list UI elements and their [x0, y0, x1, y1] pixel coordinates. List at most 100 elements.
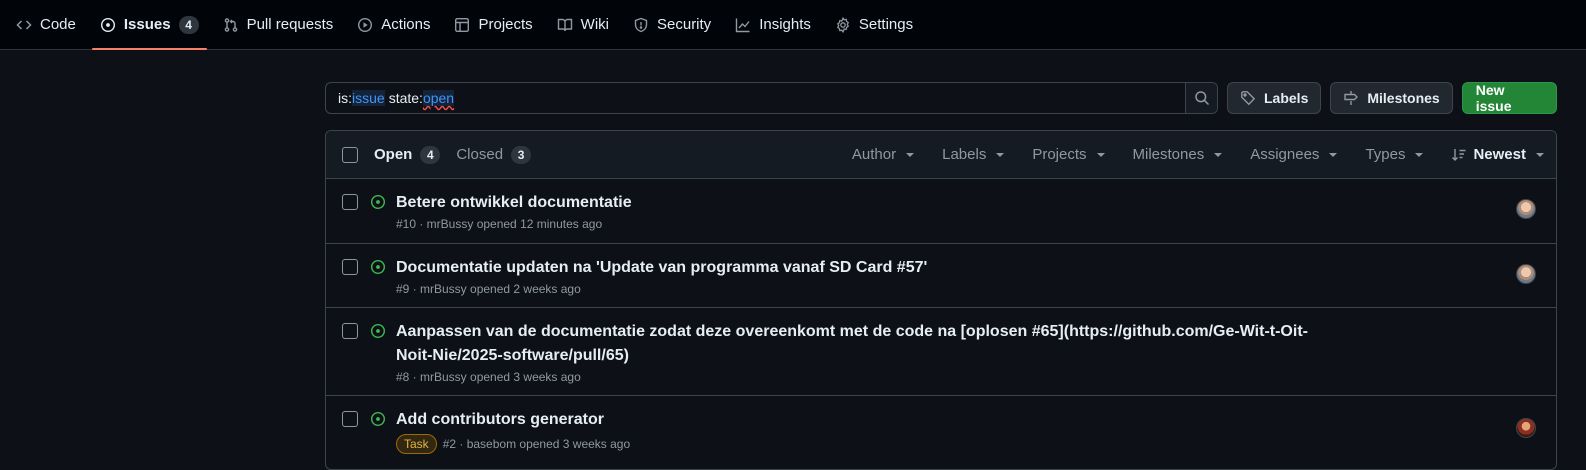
- issue-opened-icon: [100, 17, 116, 33]
- issues-list-header: Open 4 Closed 3 Author Labels Projects M…: [326, 131, 1556, 179]
- issue-meta-text: #10 · mrBussy opened 12 minutes ago: [396, 217, 603, 231]
- issue-row[interactable]: Betere ontwikkel documentatie #10 · mrBu…: [326, 179, 1556, 244]
- search-icon: [1194, 91, 1209, 106]
- caret-down-icon: [1415, 152, 1424, 157]
- caret-down-icon: [906, 152, 915, 157]
- issue-meta: Task #2 · basebom opened 3 weeks ago: [396, 434, 1326, 454]
- nav-code[interactable]: Code: [8, 0, 84, 49]
- issue-meta: #8 · mrBussy opened 3 weeks ago: [396, 370, 1326, 384]
- types-filter-label: Types: [1365, 146, 1406, 163]
- labels-filter[interactable]: Labels: [942, 146, 1005, 163]
- issue-opened-icon: [370, 411, 386, 427]
- issue-meta: #9 · mrBussy opened 2 weeks ago: [396, 282, 1326, 296]
- open-count-badge: 4: [420, 145, 441, 164]
- nav-actions[interactable]: Actions: [349, 0, 438, 49]
- caret-down-icon: [996, 152, 1005, 157]
- issue-opened-icon: [370, 323, 386, 339]
- nav-pull-requests[interactable]: Pull requests: [215, 0, 342, 49]
- issue-title-link[interactable]: Documentatie updaten na 'Update van prog…: [396, 256, 1326, 280]
- labels-button[interactable]: Labels: [1227, 82, 1322, 114]
- shield-icon: [633, 17, 649, 33]
- issue-checkbox[interactable]: [342, 194, 358, 210]
- nav-projects[interactable]: Projects: [446, 0, 540, 49]
- nav-settings[interactable]: Settings: [827, 0, 921, 49]
- sort-label: Newest: [1473, 146, 1526, 163]
- issue-type-label[interactable]: Task: [396, 434, 437, 454]
- projects-filter-label: Projects: [1032, 146, 1087, 163]
- projects-filter[interactable]: Projects: [1032, 146, 1105, 163]
- issues-toolbar: is: issue state: open Labels Milestones New…: [325, 82, 1557, 114]
- issue-checkbox[interactable]: [342, 411, 358, 427]
- nav-pull-requests-label: Pull requests: [246, 16, 334, 33]
- query-is-key: is:: [338, 90, 352, 106]
- issue-row[interactable]: Documentatie updaten na 'Update van prog…: [326, 244, 1556, 308]
- new-issue-button[interactable]: New issue: [1461, 82, 1557, 114]
- assignees-filter[interactable]: Assignees: [1250, 146, 1338, 163]
- avatar[interactable]: [1516, 199, 1536, 219]
- issue-row[interactable]: Add contributors generator Task #2 · bas…: [326, 396, 1556, 466]
- issue-title-link[interactable]: Add contributors generator: [396, 408, 1326, 432]
- caret-down-icon: [1096, 152, 1105, 157]
- milestone-icon: [1344, 91, 1359, 105]
- nav-wiki-label: Wiki: [580, 16, 609, 33]
- assignees-filter-label: Assignees: [1250, 146, 1320, 163]
- closed-issues-tab[interactable]: Closed 3: [456, 145, 532, 164]
- query-is-value: issue: [352, 90, 385, 106]
- tag-icon: [1241, 91, 1256, 106]
- nav-issues[interactable]: Issues 4: [91, 0, 207, 50]
- graph-icon: [735, 17, 751, 33]
- author-filter-label: Author: [851, 146, 897, 163]
- issue-row[interactable]: Aanpassen van de documentatie zodat deze…: [326, 308, 1556, 396]
- repo-nav: Code Issues 4 Pull requests Actions Proj…: [0, 0, 1586, 50]
- issue-meta-text: #8 · mrBussy opened 3 weeks ago: [396, 370, 581, 384]
- query-state-value: open: [422, 90, 455, 106]
- avatar[interactable]: [1516, 264, 1536, 284]
- labels-button-label: Labels: [1264, 90, 1309, 106]
- issue-checkbox[interactable]: [342, 259, 358, 275]
- nav-security-label: Security: [657, 16, 712, 33]
- gear-icon: [835, 16, 851, 33]
- query-state-key: state:: [388, 90, 423, 106]
- nav-issues-label: Issues: [123, 16, 171, 33]
- nav-insights[interactable]: Insights: [727, 0, 819, 49]
- issue-meta-text: #2 · basebom opened 3 weeks ago: [442, 437, 631, 451]
- sort-desc-icon: [1452, 148, 1466, 161]
- nav-projects-label: Projects: [478, 16, 533, 33]
- select-all-checkbox[interactable]: [342, 146, 358, 163]
- milestones-filter-label: Milestones: [1132, 146, 1205, 163]
- issue-title-link[interactable]: Betere ontwikkel documentatie: [396, 191, 1326, 215]
- issues-list: Open 4 Closed 3 Author Labels Projects M…: [325, 130, 1557, 470]
- closed-count-badge: 3: [511, 145, 532, 164]
- milestones-filter[interactable]: Milestones: [1133, 146, 1223, 163]
- nav-settings-label: Settings: [858, 16, 914, 33]
- author-filter[interactable]: Author: [851, 146, 915, 163]
- play-icon: [357, 17, 373, 33]
- issue-meta-text: #9 · mrBussy opened 2 weeks ago: [396, 282, 581, 296]
- types-filter[interactable]: Types: [1365, 146, 1424, 163]
- caret-down-icon: [1536, 152, 1544, 157]
- issue-opened-icon: [370, 259, 386, 275]
- open-tab-label: Open: [374, 146, 413, 163]
- milestones-button-label: Milestones: [1367, 90, 1440, 106]
- book-icon: [557, 17, 573, 33]
- issues-count-badge: 4: [178, 15, 199, 34]
- open-issues-tab[interactable]: Open 4: [374, 145, 441, 164]
- issue-search-input[interactable]: is: issue state: open: [326, 83, 1185, 113]
- closed-tab-label: Closed: [456, 146, 504, 163]
- issue-checkbox[interactable]: [342, 323, 358, 339]
- nav-actions-label: Actions: [381, 16, 431, 33]
- labels-filter-label: Labels: [942, 146, 987, 163]
- nav-security[interactable]: Security: [625, 0, 719, 49]
- issue-meta: #10 · mrBussy opened 12 minutes ago: [396, 217, 1326, 231]
- issue-title-link[interactable]: Aanpassen van de documentatie zodat deze…: [396, 320, 1326, 368]
- code-icon: [16, 17, 32, 33]
- table-icon: [454, 17, 470, 33]
- caret-down-icon: [1214, 152, 1223, 157]
- sort-dropdown[interactable]: Newest: [1451, 146, 1544, 163]
- avatar[interactable]: [1516, 418, 1536, 438]
- milestones-button[interactable]: Milestones: [1330, 82, 1453, 114]
- filter-bar: Author Labels Projects Milestones Assign…: [824, 146, 1544, 163]
- search-button[interactable]: [1185, 83, 1217, 113]
- nav-wiki[interactable]: Wiki: [549, 0, 617, 49]
- issue-opened-icon: [370, 194, 386, 210]
